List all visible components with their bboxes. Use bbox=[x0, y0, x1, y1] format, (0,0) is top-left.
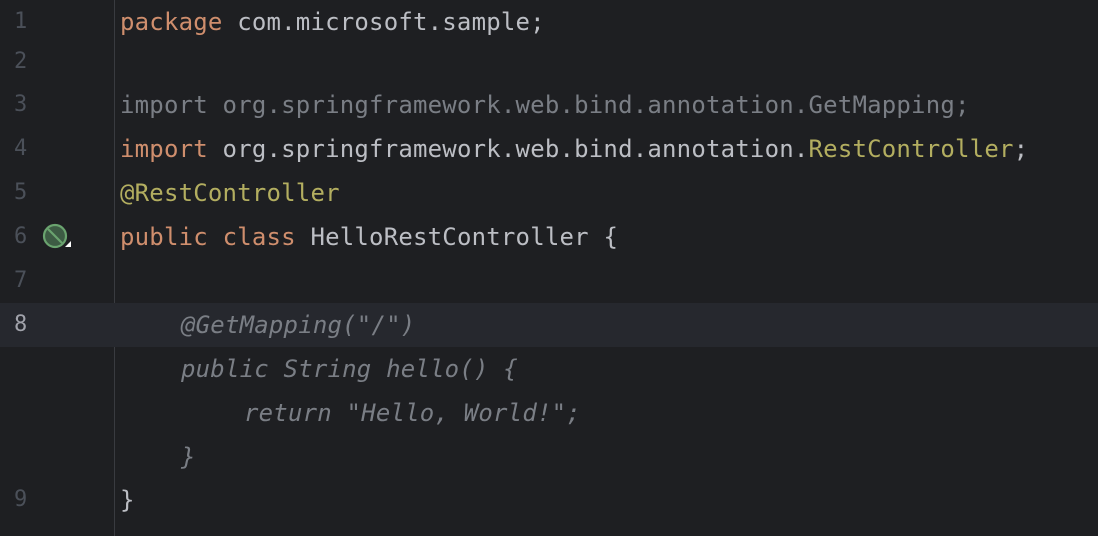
line-number: 7 bbox=[14, 268, 28, 293]
code-line[interactable]: public String hello() { bbox=[0, 347, 1098, 391]
folded-closing-brace[interactable]: } bbox=[181, 435, 196, 479]
code-line[interactable]: 9 } bbox=[0, 478, 1098, 522]
code-editor[interactable]: 1 package com.microsoft.sample; 2 3 impo… bbox=[0, 0, 1098, 536]
line-number: 3 bbox=[14, 92, 28, 117]
keyword-token: package bbox=[120, 8, 223, 36]
line-number: 8 bbox=[14, 312, 28, 337]
code-line[interactable]: 3 import org.springframework.web.bind.an… bbox=[0, 83, 1098, 127]
line-number: 4 bbox=[14, 136, 28, 161]
spring-bean-icon[interactable] bbox=[41, 223, 73, 253]
code-line[interactable]: 1 package com.microsoft.sample; bbox=[0, 0, 1098, 44]
closing-brace[interactable]: } bbox=[120, 478, 135, 522]
code-line[interactable]: 5 @RestController bbox=[0, 171, 1098, 215]
line-number: 6 bbox=[14, 224, 28, 249]
folded-return-text[interactable]: return "Hello, World!"; bbox=[244, 391, 581, 435]
keyword-token: class bbox=[222, 223, 296, 251]
code-line[interactable]: 7 bbox=[0, 259, 1098, 303]
folded-method-text[interactable]: public String hello() { bbox=[181, 347, 518, 391]
unused-import-text[interactable]: import org.springframework.web.bind.anno… bbox=[120, 83, 970, 127]
code-line[interactable]: 2 bbox=[0, 40, 1098, 84]
line-number: 2 bbox=[14, 49, 28, 74]
keyword-token: public bbox=[120, 223, 208, 251]
annotation-token: RestController bbox=[808, 135, 1014, 163]
code-line[interactable]: 6 public class HelloRestController { bbox=[0, 215, 1098, 259]
keyword-token: import bbox=[120, 135, 208, 163]
code-text[interactable]: package com.microsoft.sample; bbox=[120, 0, 545, 44]
line-number: 1 bbox=[14, 9, 28, 34]
code-line[interactable]: } bbox=[0, 435, 1098, 479]
code-line-current[interactable]: 8 @GetMapping("/") bbox=[0, 303, 1098, 347]
code-token: com.microsoft.sample; bbox=[222, 8, 545, 36]
annotation-token[interactable]: @RestController bbox=[120, 171, 340, 215]
code-line[interactable]: return "Hello, World!"; bbox=[0, 391, 1098, 435]
code-token: org.springframework.web.bind.annotation. bbox=[207, 135, 809, 163]
folded-annotation-text[interactable]: @GetMapping("/") bbox=[181, 303, 415, 347]
code-token: HelloRestController { bbox=[295, 223, 619, 251]
line-number: 5 bbox=[14, 180, 28, 205]
code-line[interactable]: 4 import org.springframework.web.bind.an… bbox=[0, 127, 1098, 171]
code-text[interactable]: public class HelloRestController { bbox=[120, 215, 618, 259]
code-token: ; bbox=[1013, 135, 1029, 163]
code-text[interactable]: import org.springframework.web.bind.anno… bbox=[120, 127, 1028, 171]
line-number: 9 bbox=[14, 487, 28, 512]
